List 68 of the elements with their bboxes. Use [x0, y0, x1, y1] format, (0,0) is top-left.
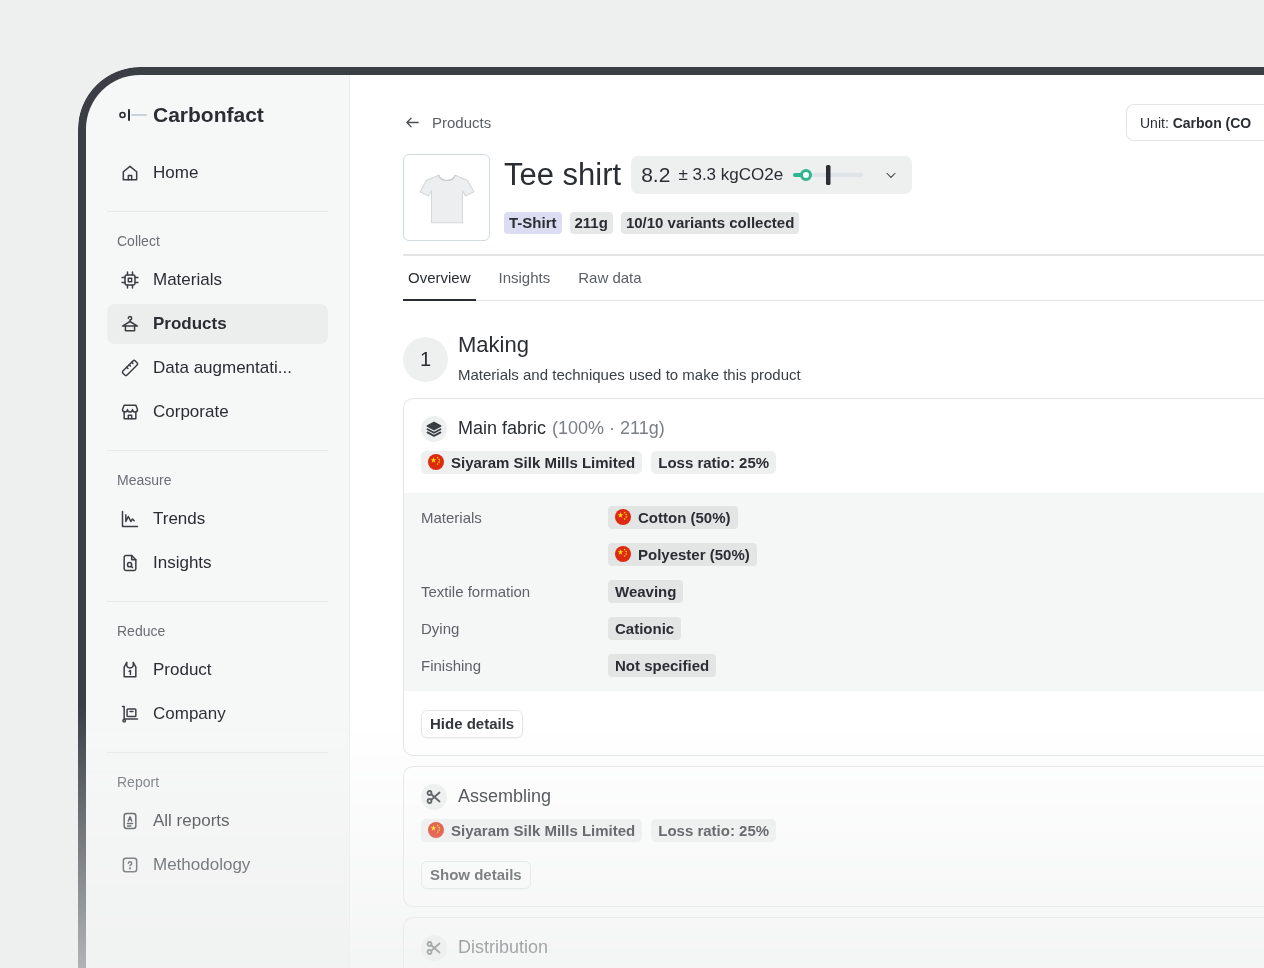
- flag-icon: [615, 509, 631, 525]
- nav-item[interactable]: Materials: [107, 260, 328, 300]
- hide-details-button[interactable]: Hide details: [421, 709, 524, 738]
- logo-icon: [119, 109, 147, 121]
- scissors-icon: [421, 934, 447, 961]
- component-share: (100% · 211g): [552, 418, 665, 439]
- process-tag: Weaving: [608, 579, 684, 603]
- tab[interactable]: Overview: [403, 255, 476, 301]
- material-name: Polyester (50%): [638, 545, 750, 563]
- detail-label: Finishing: [421, 655, 483, 676]
- line-chart-icon: [120, 509, 140, 529]
- tank-top-icon: [120, 660, 140, 680]
- document-search-icon: [120, 553, 140, 573]
- hand-truck-icon: [120, 704, 140, 724]
- product-tag: T-Shirt: [504, 212, 562, 234]
- home-icon: [120, 163, 140, 183]
- component-name: Main fabric: [458, 418, 547, 439]
- process-tag: Cationic: [608, 616, 682, 640]
- layers-icon: [421, 415, 447, 442]
- loss-ratio-tag: Loss ratio: 25%: [651, 450, 777, 474]
- show-details-button[interactable]: Show details: [421, 860, 531, 889]
- step-number: 1: [403, 336, 448, 382]
- nav-item[interactable]: All reports: [107, 801, 328, 841]
- store-icon: [120, 402, 140, 422]
- nav-section-title: Measure: [116, 471, 172, 490]
- back-link[interactable]: Products: [403, 114, 494, 131]
- flag-icon: [615, 546, 631, 562]
- product-tag: 10/10 variants collected: [620, 212, 800, 234]
- brand-name: Carbonfact: [153, 103, 264, 127]
- nav-item[interactable]: Product: [107, 650, 328, 690]
- nav-item[interactable]: Company: [107, 694, 328, 734]
- nav-item[interactable]: Products: [107, 304, 328, 344]
- nav-section-title: Report: [116, 773, 160, 792]
- nav-section-title: Reduce: [116, 622, 166, 641]
- nav-item[interactable]: Insights: [107, 543, 328, 583]
- component-name: Assembling: [458, 786, 552, 807]
- component-name: Distribution: [458, 937, 549, 958]
- supplier-name: Siyaram Silk Mills Limited: [451, 821, 636, 839]
- nav-item[interactable]: Home: [107, 153, 328, 193]
- supplier-name: Siyaram Silk Mills Limited: [451, 453, 636, 471]
- product-tag: 211g: [569, 212, 613, 234]
- product-title: Tee shirt: [504, 156, 622, 194]
- nav-item[interactable]: Trends: [107, 499, 328, 539]
- loss-ratio-tag: Loss ratio: 25%: [651, 818, 777, 842]
- scissors-icon: [421, 783, 447, 810]
- unit-selector[interactable]: Unit: Carbon (CO: [1126, 104, 1264, 141]
- detail-label: Textile formation: [421, 581, 532, 602]
- material-name: Cotton (50%): [638, 508, 731, 526]
- flag-icon: [428, 454, 444, 470]
- section-subtitle: Materials and techniques used to make this product: [458, 364, 801, 385]
- detail-label: Dying: [421, 618, 461, 639]
- tab[interactable]: Raw data: [573, 255, 647, 301]
- nav-section-title: Collect: [116, 232, 160, 251]
- help-icon: [120, 855, 140, 875]
- chip-icon: [120, 270, 140, 290]
- nav-item[interactable]: Data augmentati...: [107, 348, 328, 388]
- tab[interactable]: Insights: [493, 255, 556, 301]
- range-gauge-icon: [793, 164, 864, 186]
- hanger-icon: [120, 314, 140, 334]
- process-tag: Not specified: [608, 653, 717, 677]
- document-icon: [120, 811, 140, 831]
- flag-icon: [428, 822, 444, 838]
- detail-label: Materials: [421, 507, 483, 528]
- nav-item[interactable]: Methodology: [107, 845, 328, 885]
- ruler-icon: [120, 358, 140, 378]
- section-title: Making: [458, 330, 530, 359]
- nav-item[interactable]: Corporate: [107, 392, 328, 432]
- footprint-dropdown[interactable]: 8.2 ± 3.3 kgCO2e: [631, 156, 913, 194]
